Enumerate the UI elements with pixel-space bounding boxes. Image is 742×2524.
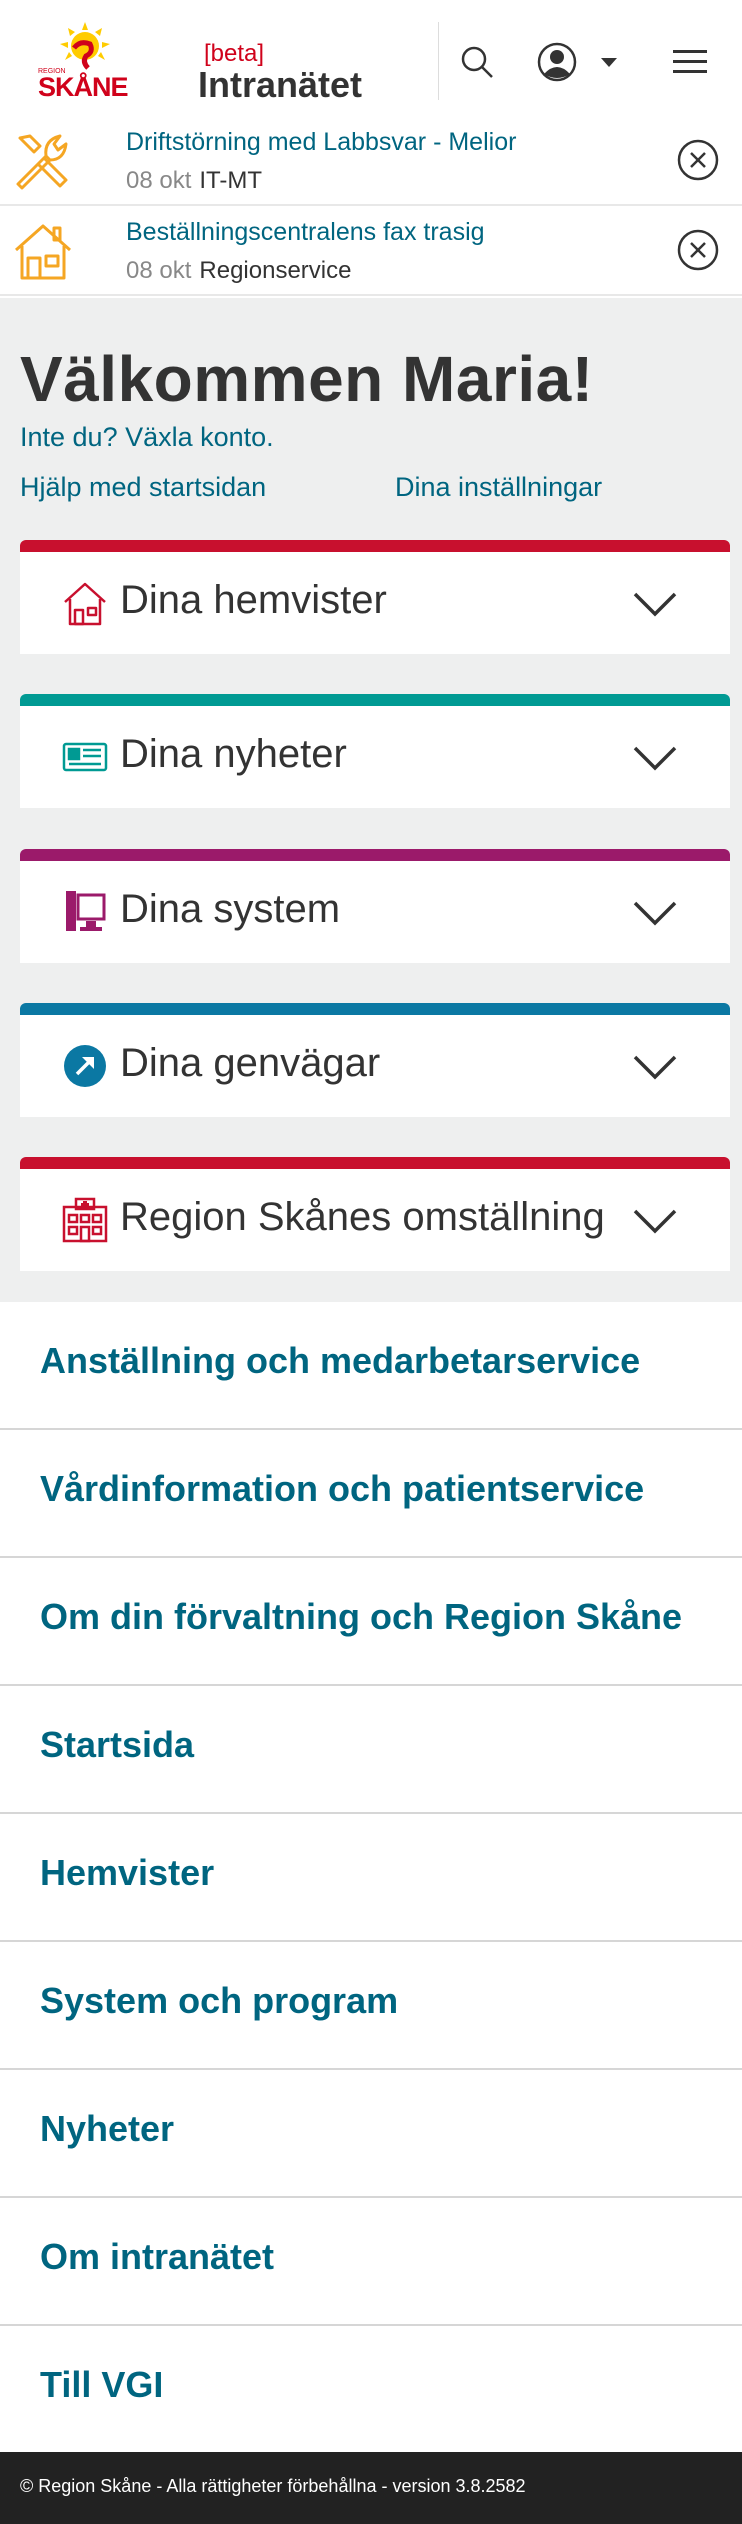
user-avatar-icon	[537, 42, 577, 82]
accordion-label: Region Skånes omställning	[120, 1195, 605, 1239]
computer-icon	[66, 891, 106, 931]
accordion-label: Dina genvägar	[120, 1041, 381, 1085]
accordion-dina-system[interactable]: Dina system	[20, 849, 730, 963]
nav-item-om-forvaltning[interactable]: Om din förvaltning och Region Skåne	[0, 1558, 742, 1686]
accordion-dina-hemvister[interactable]: Dina hemvister	[20, 540, 730, 654]
alert-item[interactable]: Beställningscentralens fax trasig 08 okt…	[0, 208, 742, 296]
accordion-label: Dina nyheter	[120, 732, 347, 776]
header-divider	[438, 22, 439, 100]
alert-source: Regionservice	[199, 257, 352, 284]
accordion-dina-nyheter[interactable]: Dina nyheter	[20, 694, 730, 808]
home-icon	[64, 582, 106, 626]
settings-link[interactable]: Dina inställningar	[395, 472, 602, 503]
welcome-heading: Välkommen Maria!	[20, 343, 594, 415]
alert-title[interactable]: Beställningscentralens fax trasig	[126, 218, 485, 247]
search-button[interactable]	[452, 40, 502, 84]
tools-icon	[16, 134, 68, 190]
site-footer: © Region Skåne - Alla rättigheter förbeh…	[0, 2452, 742, 2524]
switch-account-link[interactable]: Inte du? Växla konto.	[20, 422, 274, 453]
main-nav-list: Anställning och medarbetarservice Vårdin…	[0, 1302, 742, 2454]
chevron-down-icon	[633, 901, 677, 926]
accordion-dina-genvagar[interactable]: Dina genvägar	[20, 1003, 730, 1117]
alert-date: 08 okt	[126, 167, 192, 194]
hamburger-icon	[673, 50, 707, 73]
chevron-down-icon	[633, 746, 677, 771]
alert-title[interactable]: Driftstörning med Labbsvar - Melior	[126, 128, 516, 157]
accordion-region-skanes-omstallning[interactable]: Region Skånes omställning	[20, 1157, 730, 1271]
site-header: REGION SKÅNE [beta] Intranätet	[0, 0, 742, 120]
sun-logo-icon	[60, 22, 110, 70]
search-icon	[461, 46, 493, 78]
news-card-icon	[62, 742, 108, 772]
close-icon[interactable]	[676, 138, 720, 182]
nav-item-system-och-program[interactable]: System och program	[0, 1942, 742, 2070]
dashboard-area: Välkommen Maria! Inte du? Växla konto. H…	[0, 298, 742, 1302]
nav-item-anstallning[interactable]: Anställning och medarbetarservice	[0, 1302, 742, 1430]
nav-item-startsida[interactable]: Startsida	[0, 1686, 742, 1814]
footer-copyright: © Region Skåne - Alla rättigheter förbeh…	[20, 2476, 526, 2496]
alert-meta: 08 okt IT-MT	[126, 167, 262, 195]
hamburger-menu-button[interactable]	[665, 40, 715, 84]
shortcut-arrow-icon	[64, 1045, 106, 1087]
logo-skane-text: SKÅNE	[38, 72, 129, 102]
help-startpage-link[interactable]: Hjälp med startsidan	[20, 472, 266, 503]
nav-item-hemvister[interactable]: Hemvister	[0, 1814, 742, 1942]
chevron-down-icon	[633, 592, 677, 617]
caret-down-icon	[601, 58, 617, 67]
alert-source: IT-MT	[199, 167, 263, 194]
nav-item-om-intranatet[interactable]: Om intranätet	[0, 2198, 742, 2326]
close-icon[interactable]	[676, 228, 720, 272]
region-skane-logo[interactable]: REGION SKÅNE	[30, 18, 130, 102]
account-menu-button[interactable]	[528, 40, 628, 84]
alert-date: 08 okt	[126, 257, 192, 284]
accordion-label: Dina hemvister	[120, 578, 387, 622]
app-title[interactable]: Intranätet	[198, 64, 362, 106]
alert-meta: 08 okt Regionservice	[126, 257, 351, 285]
hospital-icon	[62, 1197, 108, 1243]
house-icon	[15, 224, 71, 280]
alert-item[interactable]: Driftstörning med Labbsvar - Melior 08 o…	[0, 118, 742, 206]
chevron-down-icon	[633, 1209, 677, 1234]
nav-item-till-vgi[interactable]: Till VGI	[0, 2326, 742, 2454]
nav-item-nyheter[interactable]: Nyheter	[0, 2070, 742, 2198]
nav-item-vardinformation[interactable]: Vårdinformation och patientservice	[0, 1430, 742, 1558]
accordion-label: Dina system	[120, 887, 341, 931]
chevron-down-icon	[633, 1055, 677, 1080]
